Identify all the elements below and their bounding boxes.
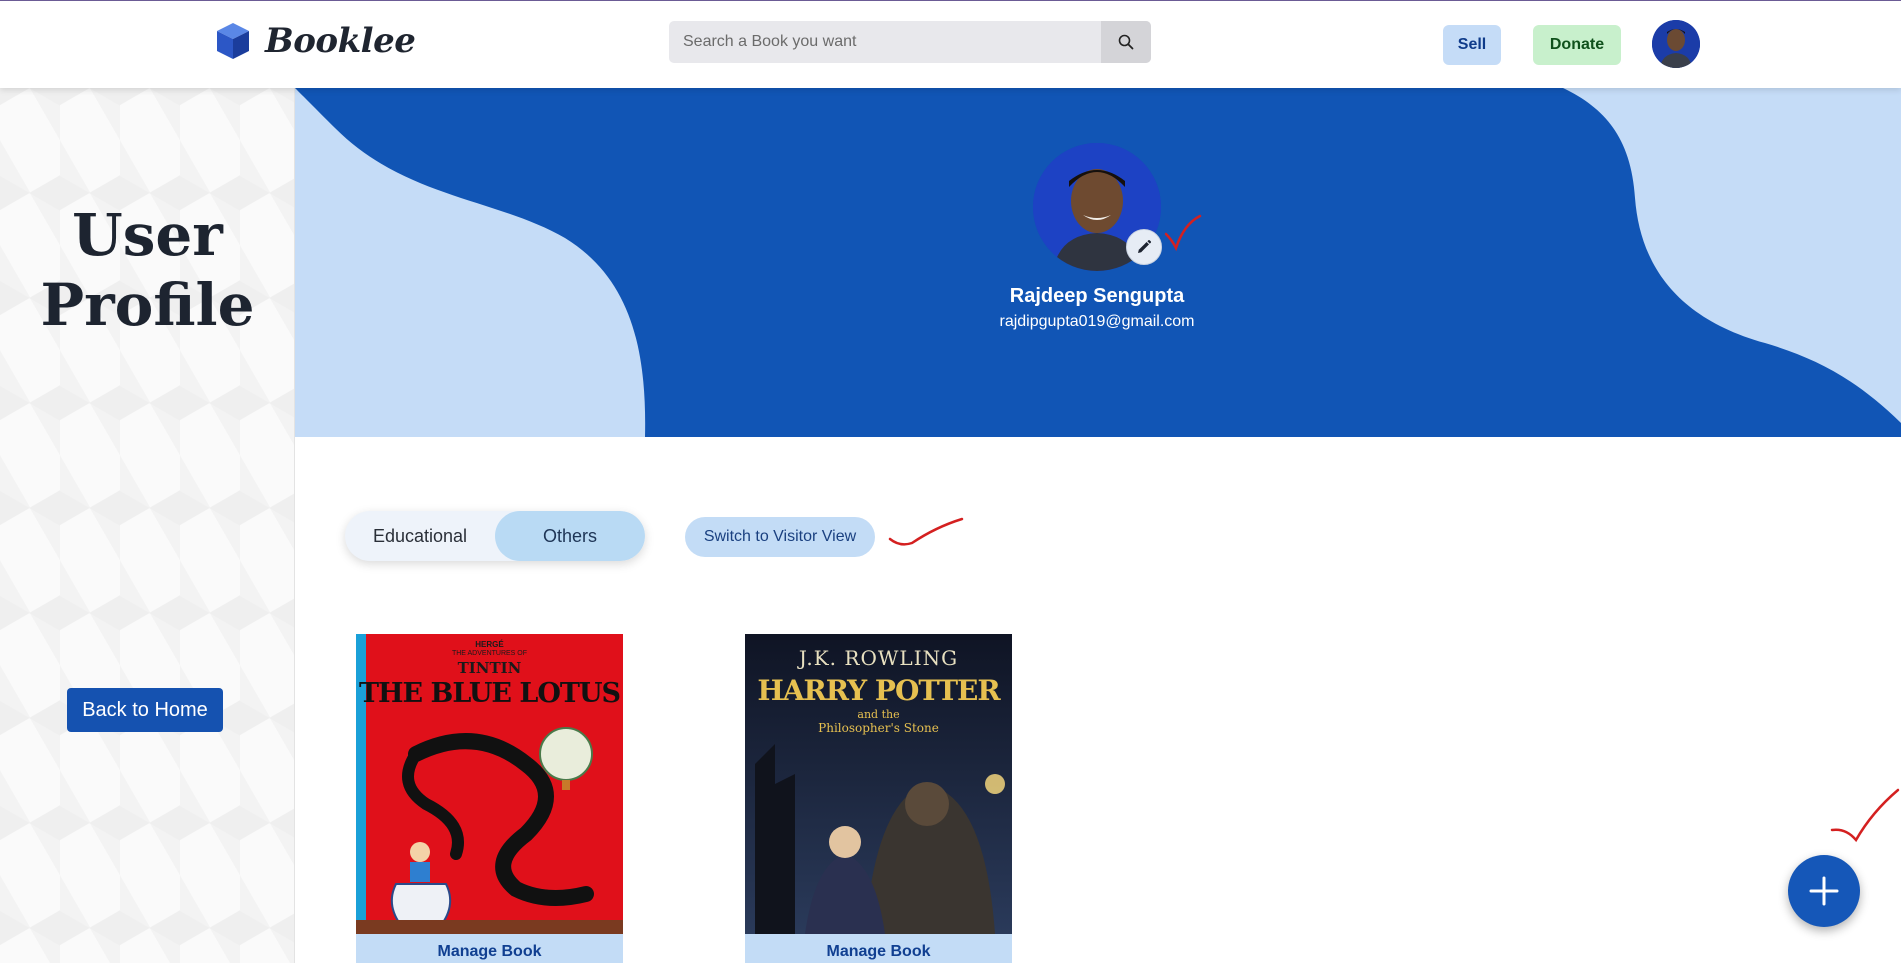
cover-subtitle: Philosopher's Stone	[818, 721, 939, 735]
brand-logo[interactable]: Booklee	[215, 21, 416, 61]
top-nav: Booklee Sell Donate	[0, 0, 1901, 88]
cover-author: J.K. ROWLING	[798, 646, 959, 670]
book-card[interactable]: J.K. ROWLING HARRY POTTER and the Philos…	[745, 634, 1012, 963]
donate-button[interactable]: Donate	[1533, 25, 1621, 65]
manage-book-button[interactable]: Manage Book	[356, 934, 623, 963]
cube-logo-icon	[217, 23, 249, 59]
book-cover[interactable]: HERGÉ THE ADVENTURES OF TINTIN THE BLUE …	[356, 634, 623, 934]
edit-avatar-button[interactable]	[1126, 229, 1162, 265]
annotation-check-icon	[888, 517, 964, 546]
plus-icon	[1809, 876, 1839, 906]
cover-subtitle-and: and the	[857, 708, 900, 721]
page-title-line1: User	[72, 201, 223, 269]
search-bar	[669, 21, 1151, 63]
avatar-photo	[1652, 20, 1700, 68]
cover-art	[356, 727, 623, 934]
profile-email: rajdipgupta019@gmail.com	[999, 313, 1195, 330]
page: Booklee Sell Donate User P	[0, 0, 1901, 963]
page-title: User Profile	[0, 200, 295, 340]
annotation-check-icon	[1830, 788, 1900, 843]
add-book-button[interactable]	[1788, 855, 1860, 927]
tab-others[interactable]: Others	[495, 511, 645, 561]
category-toggle: Educational Others	[345, 511, 645, 561]
pencil-icon	[1138, 239, 1152, 253]
cover-title: HARRY POTTER	[757, 674, 1000, 707]
tab-educational[interactable]: Educational	[345, 511, 495, 561]
search-button[interactable]	[1101, 21, 1151, 63]
profile-name: Rajdeep Sengupta	[1009, 285, 1185, 307]
brand-name: Booklee	[265, 21, 416, 61]
search-input[interactable]	[669, 21, 1101, 63]
switch-visitor-view-button[interactable]: Switch to Visitor View	[685, 517, 875, 557]
sell-button[interactable]: Sell	[1443, 25, 1501, 65]
page-title-line2: Profile	[40, 271, 255, 339]
back-to-home-button[interactable]: Back to Home	[67, 688, 223, 732]
book-card[interactable]: HERGÉ THE ADVENTURES OF TINTIN THE BLUE …	[356, 634, 623, 963]
user-avatar[interactable]	[1652, 20, 1700, 68]
sidebar: User Profile	[0, 88, 295, 963]
search-icon	[1118, 34, 1134, 50]
manage-book-button[interactable]: Manage Book	[745, 934, 1012, 963]
book-cover[interactable]: J.K. ROWLING HARRY POTTER and the Philos…	[745, 634, 1012, 934]
